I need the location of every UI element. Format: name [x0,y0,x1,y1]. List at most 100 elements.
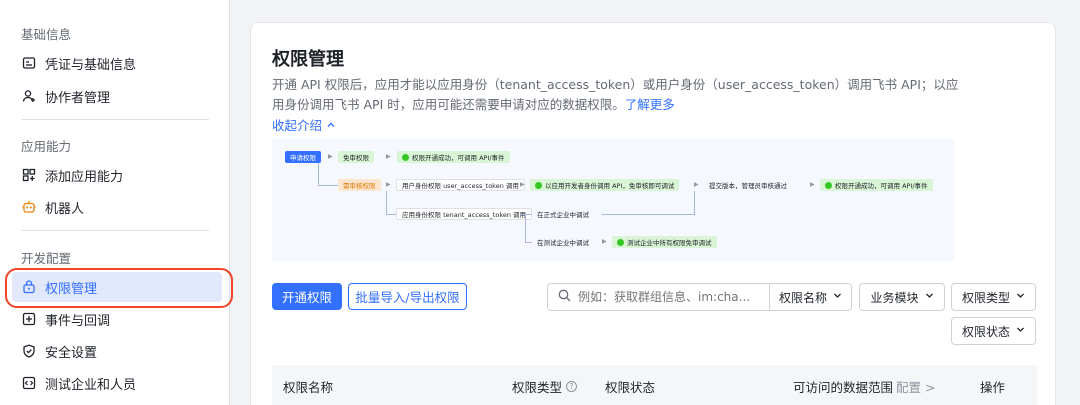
filter-label: 权限类型 [961,290,1010,305]
flow-line [602,214,694,215]
description-text: 开通 API 权限后，应用才能以应用身份（tenant_access_token… [272,77,959,112]
filter-type-select[interactable]: 权限类型 [951,283,1036,311]
arrow-icon: ▶ [520,181,525,188]
sidebar-item-label: 测试企业和人员 [45,377,137,393]
event-icon [22,312,36,326]
flow-line [525,242,532,243]
code-icon [22,376,36,390]
search-field-select[interactable]: 权限名称 [769,283,852,311]
enable-permission-button[interactable]: 开通权限 [272,283,342,310]
page-description: 开通 API 权限后，应用才能以应用身份（tenant_access_token… [272,75,962,115]
chevron-down-icon [1016,291,1025,303]
sidebar-item-events[interactable]: 事件与回调 [12,304,222,334]
flow-no-review-result: 权限开通成功，可调用 API/事件 [397,151,510,163]
flow-apply: 申请权限 [285,151,321,163]
column-header-scope: 可访问的数据范围 配置 > [793,377,935,396]
flow-dev-debug: 以应用开发者身份调用 API，免审核即可调试 [530,179,680,191]
flow-line [694,191,695,215]
permissions-panel: 权限管理 开通 API 权限后，应用才能以应用身份（tenant_access_… [250,22,1056,405]
learn-more-link[interactable]: 了解更多 [625,97,675,112]
scope-config-link[interactable]: 配置 > [896,377,935,396]
flow-line [318,185,338,186]
flow-line [386,214,396,215]
arrow-icon: ▶ [328,153,333,160]
collapse-label: 收起介绍 [272,118,323,133]
flow-text: 测试企业中所有权限免审调试 [627,239,712,247]
search-input[interactable] [578,290,758,304]
sidebar-divider [21,119,209,120]
sidebar-item-label: 添加应用能力 [45,169,124,185]
search-box[interactable] [547,283,770,311]
arrow-icon: ▶ [810,181,815,188]
arrow-icon: ▶ [386,153,391,160]
help-icon[interactable]: ? [566,381,578,392]
flow-line [525,214,526,242]
sidebar-item-security[interactable]: 安全设置 [12,336,222,366]
search-field-label: 权限名称 [778,290,827,305]
column-header-label: 可访问的数据范围 [793,380,894,395]
sidebar-item-label: 机器人 [45,201,85,217]
grid-add-icon [22,168,36,182]
flow-text: 权限开通成功，可调用 API/事件 [835,182,928,190]
arrow-icon: ▶ [694,181,699,188]
filter-label: 权限状态 [961,324,1010,339]
arrow-icon: ▶ [602,238,607,245]
sidebar-item-label: 凭证与基础信息 [45,57,137,73]
shield-icon [22,344,36,358]
table-header: 权限名称 权限类型 ? 权限状态 可访问的数据范围 配置 > 操作 [272,365,1037,405]
success-dot-icon [825,181,832,189]
permission-flow-diagram: 申请权限 ▶ 免审权限 ▶ 权限开通成功，可调用 API/事件 需审核权限 ▶ … [272,138,954,262]
chevron-down-icon [925,291,934,303]
robot-icon [22,200,36,214]
chevron-down-icon [833,291,842,303]
chevron-down-icon [1016,325,1025,337]
section-title-dev: 开发配置 [21,251,72,266]
sidebar: 基础信息 凭证与基础信息 协作者管理 应用能力 添加应用能力 机器人 开发配置 … [0,0,230,405]
user-add-icon [22,89,36,103]
column-header-status: 权限状态 [605,380,656,395]
filter-label: 业务模块 [870,290,919,305]
flow-formal-debug: 在正式企业中调试 [537,211,589,219]
section-title-basic: 基础信息 [21,27,72,42]
flow-line [520,214,532,215]
highlight-annotation [5,268,233,308]
sidebar-item-robot[interactable]: 机器人 [12,192,222,222]
flow-line [318,163,319,185]
sidebar-divider [21,230,209,231]
filter-status-select[interactable]: 权限状态 [951,317,1036,345]
flow-test-result: 测试企业中所有权限免审调试 [612,236,717,248]
page-title: 权限管理 [272,49,344,70]
sidebar-item-add-capability[interactable]: 添加应用能力 [12,160,222,190]
credential-icon [22,56,36,70]
column-header-action: 操作 [980,380,1006,395]
flow-test-debug: 在测试企业中调试 [537,239,589,247]
flow-need-review: 需审核权限 [338,179,381,191]
flow-final: 权限开通成功，可调用 API/事件 [820,179,933,191]
column-header-name: 权限名称 [283,380,334,395]
sidebar-item-collaborators[interactable]: 协作者管理 [12,81,222,111]
flow-text: 权限开通成功，可调用 API/事件 [412,154,505,162]
sidebar-item-label: 安全设置 [45,345,98,361]
sidebar-item-label: 事件与回调 [45,313,111,329]
flow-app-token: 应用身份权限 tenant_access_token 调用 [396,208,533,220]
column-header-label: 权限类型 [512,380,563,395]
flow-no-review: 免审权限 [338,151,374,163]
filter-module-select[interactable]: 业务模块 [859,283,945,311]
flow-submit: 提交版本，管理员审核通过 [709,182,787,190]
column-header-type: 权限类型 ? [512,377,578,396]
flow-user-token: 用户身份权限 user_access_token 调用 [396,179,525,191]
flow-text: 以应用开发者身份调用 API，免审核即可调试 [545,182,675,190]
collapse-intro-toggle[interactable]: 收起介绍 [272,115,336,134]
arrow-icon: ▶ [386,181,391,188]
chevron-up-icon [326,120,336,130]
flow-line [386,191,387,214]
success-dot-icon [617,238,624,246]
search-icon [558,289,571,305]
sidebar-item-test-enterprise[interactable]: 测试企业和人员 [12,368,222,398]
success-dot-icon [535,181,542,189]
sidebar-item-credentials[interactable]: 凭证与基础信息 [12,48,222,78]
batch-import-export-button[interactable]: 批量导入/导出权限 [348,283,467,310]
section-title-capabilities: 应用能力 [21,139,72,154]
success-dot-icon [402,153,409,161]
sidebar-item-label: 协作者管理 [45,90,111,106]
